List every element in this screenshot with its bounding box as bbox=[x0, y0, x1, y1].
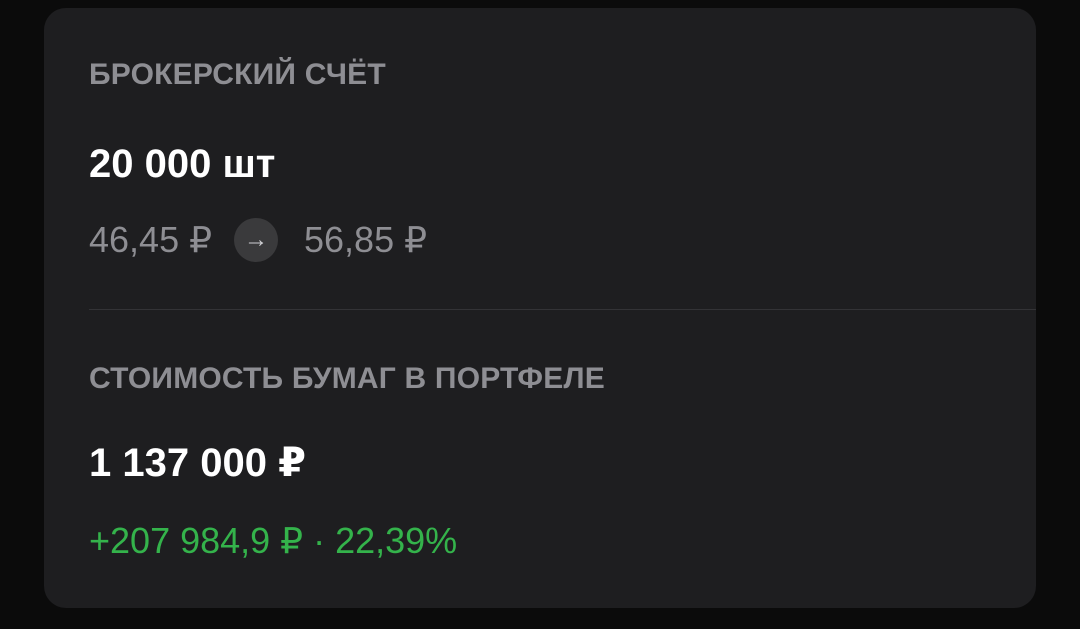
brokerage-account-title: БРОКЕРСКИЙ СЧЁТ bbox=[89, 58, 386, 91]
portfolio-card: БРОКЕРСКИЙ СЧЁТ 20 000 шт 46,45 ₽ → 56,8… bbox=[44, 8, 1036, 608]
arrow-right-icon: → bbox=[234, 218, 278, 262]
portfolio-value: 1 137 000 ₽ bbox=[89, 441, 306, 485]
price-from: 46,45 ₽ bbox=[89, 219, 212, 260]
price-change-row: 46,45 ₽ → 56,85 ₽ bbox=[89, 216, 427, 264]
portfolio-value-title: СТОИМОСТЬ БУМАГ В ПОРТФЕЛЕ bbox=[89, 362, 605, 395]
price-to: 56,85 ₽ bbox=[304, 219, 427, 260]
portfolio-gain: +207 984,9 ₽ · 22,39% bbox=[89, 520, 458, 561]
section-divider bbox=[89, 309, 1036, 310]
quantity-value: 20 000 шт bbox=[89, 142, 276, 186]
